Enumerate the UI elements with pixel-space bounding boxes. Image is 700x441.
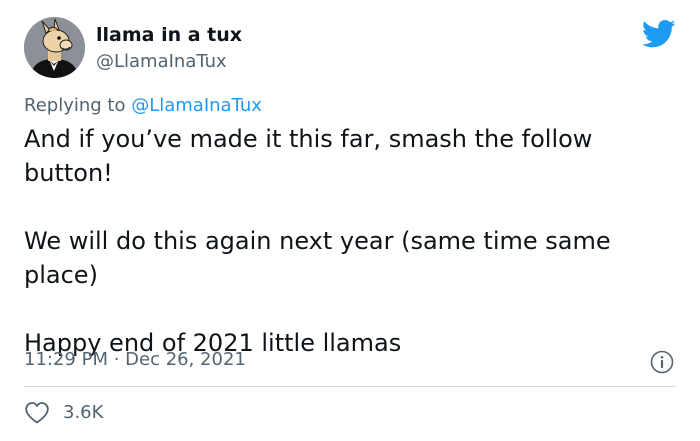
twitter-bird-icon[interactable]	[642, 19, 676, 49]
llama-avatar-icon	[24, 17, 85, 78]
author-handle[interactable]: @LlamaInaTux	[96, 50, 227, 74]
replying-to-prefix: Replying to	[24, 95, 132, 116]
like-count: 3.6K	[63, 402, 104, 423]
like-button[interactable]: 3.6K	[24, 398, 103, 428]
info-icon[interactable]	[650, 350, 674, 374]
author-display-name[interactable]: llama in a tux	[96, 23, 242, 47]
tweet-paragraph: We will do this again next year (same ti…	[24, 227, 611, 289]
avatar[interactable]	[24, 17, 85, 78]
tweet-paragraph: And if you’ve made it this far, smash th…	[24, 125, 593, 187]
replying-to-line: Replying to @LlamaInaTux	[24, 94, 262, 118]
replying-to-mention-link[interactable]: @LlamaInaTux	[131, 95, 262, 116]
divider	[24, 386, 676, 387]
tweet-timestamp-link[interactable]: 11:29 PM · Dec 26, 2021	[24, 347, 246, 373]
heart-icon	[25, 402, 49, 424]
tweet-text: And if you’ve made it this far, smash th…	[24, 122, 674, 360]
